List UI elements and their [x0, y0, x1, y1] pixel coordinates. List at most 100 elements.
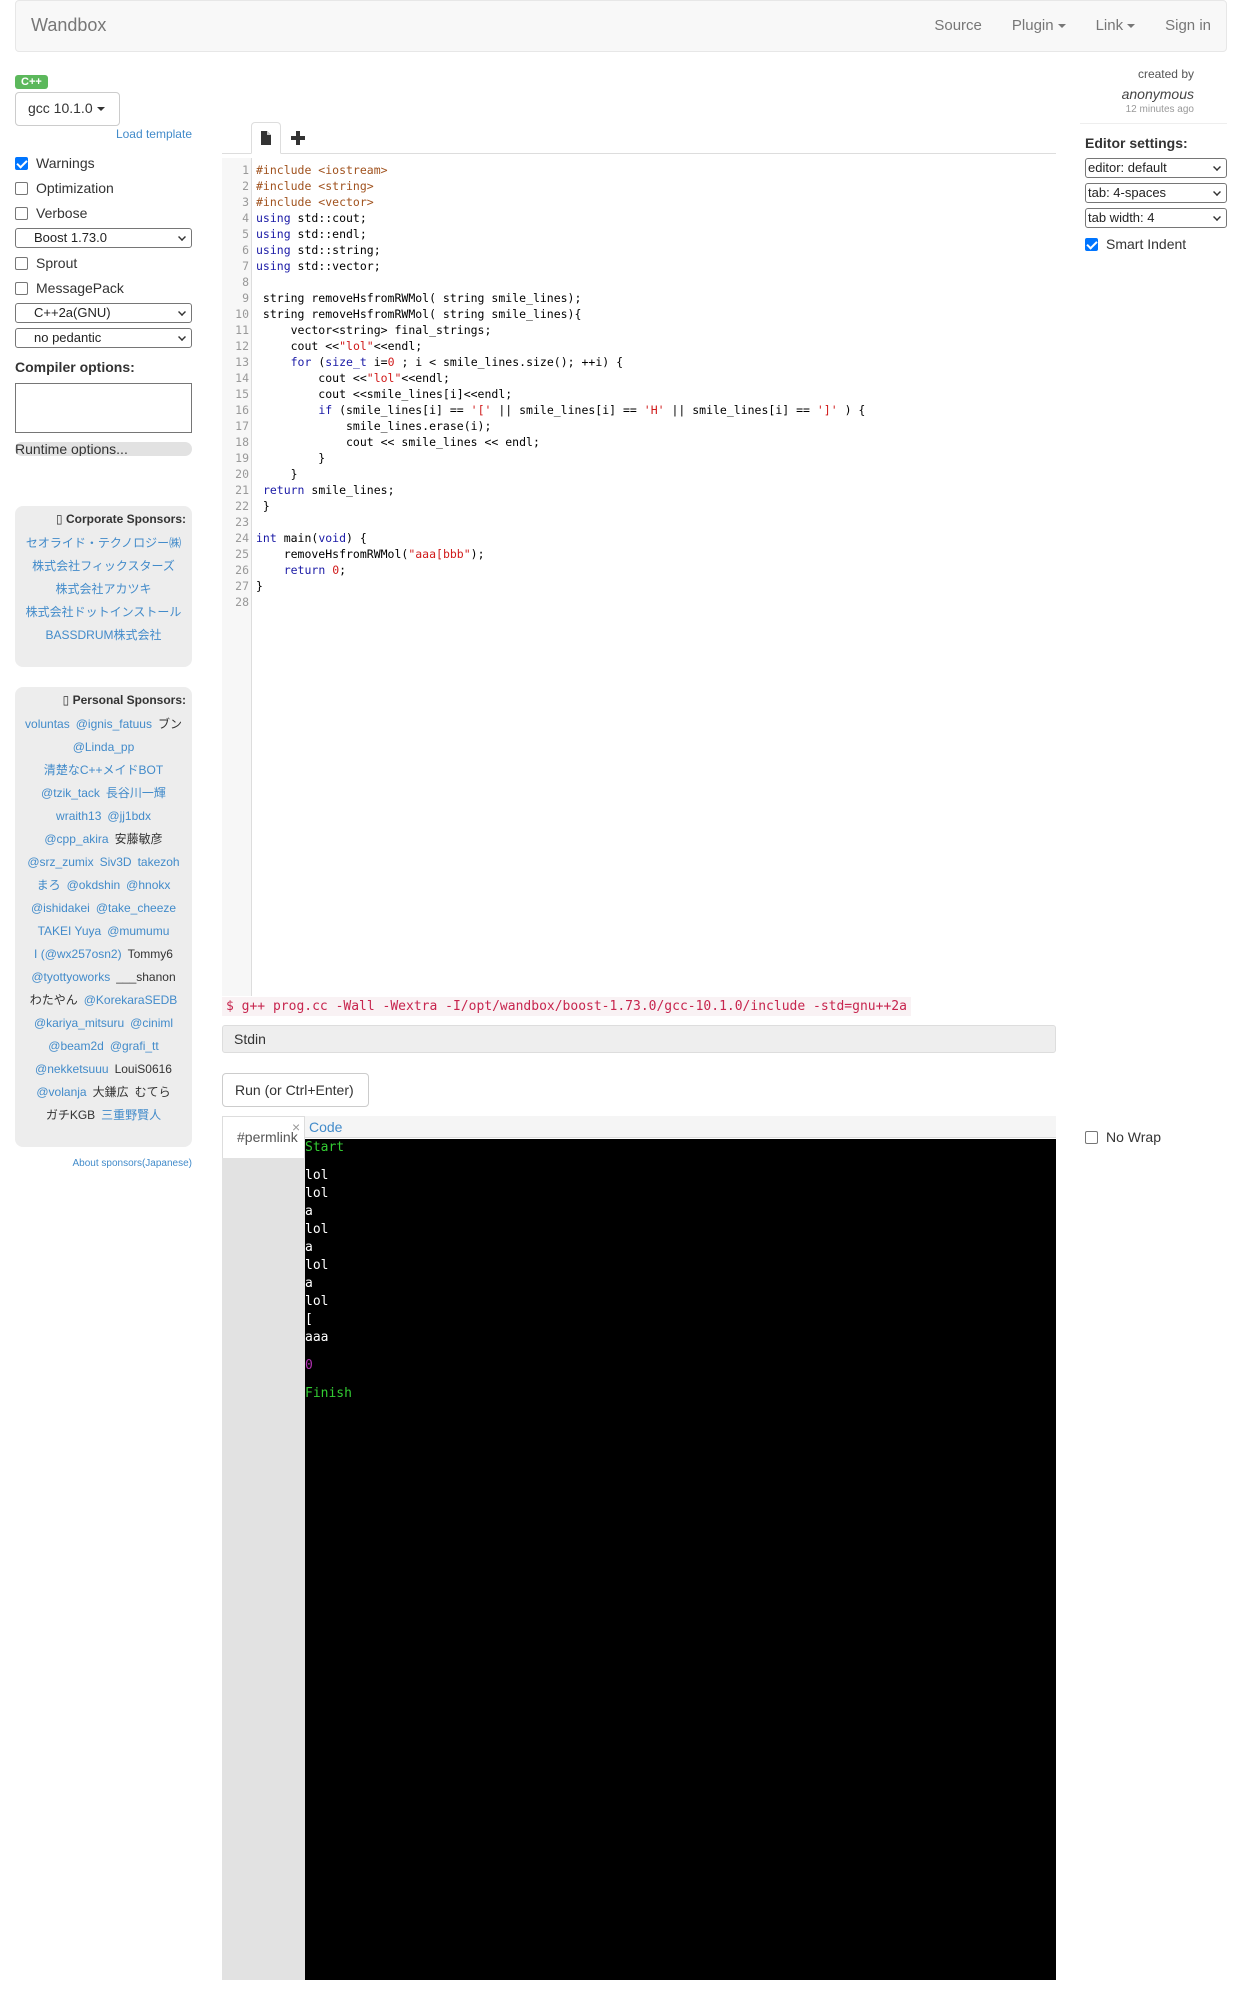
personal-sponsor[interactable]: まろ	[37, 874, 61, 897]
sprout-label: Sprout	[36, 255, 78, 271]
personal-sponsor[interactable]: @cpp_akira	[44, 828, 108, 851]
smart-indent-option[interactable]: Smart Indent	[1085, 236, 1186, 252]
code-text: }	[256, 498, 270, 514]
line-number: 15	[235, 387, 249, 401]
messagepack-checkbox[interactable]	[15, 281, 28, 295]
personal-sponsor[interactable]: @KorekaraSEDB	[84, 989, 178, 1012]
personal-sponsor[interactable]: TAKEI Yuya	[38, 920, 102, 943]
personal-sponsor[interactable]: @srz_zumix	[27, 851, 93, 874]
nav-signin-link[interactable]: Sign in	[1150, 1, 1226, 51]
personal-sponsor[interactable]: @jj1bdx	[107, 805, 151, 828]
editor-mode-select[interactable]: editor: default	[1085, 158, 1227, 178]
code-token: smile_lines;	[304, 483, 395, 497]
verbose-checkbox[interactable]	[15, 206, 28, 220]
runtime-options-toggle[interactable]: Runtime options...	[15, 442, 192, 456]
warnings-label: Warnings	[36, 155, 95, 171]
compiler-select-button[interactable]: gcc 10.1.0	[15, 92, 120, 126]
code-tab[interactable]: Code	[309, 1119, 342, 1135]
code-token: cout <<	[256, 371, 367, 385]
line-number: 19	[235, 451, 249, 465]
pedantic-select-value: no pedantic	[34, 330, 102, 345]
line-number: 13	[235, 355, 249, 369]
boost-select-value: Boost 1.73.0	[34, 230, 107, 245]
no-wrap-option[interactable]: No Wrap	[1085, 1129, 1161, 1145]
personal-sponsor: LouiS0616	[114, 1062, 172, 1076]
code-token: #include <iostream>	[256, 163, 388, 177]
corporate-sponsor-link[interactable]: セオライド・テクノロジー㈱	[19, 532, 188, 555]
personal-sponsor[interactable]: 清楚なC++メイドBOT	[44, 759, 163, 782]
nav-link-dropdown[interactable]: Link	[1081, 1, 1151, 51]
personal-sponsor[interactable]: wraith13	[56, 805, 101, 828]
std-select[interactable]: C++2a(GNU)	[15, 303, 192, 323]
nav-source-link[interactable]: Source	[919, 1, 997, 51]
stdin-toggle[interactable]: Stdin	[222, 1025, 1056, 1053]
add-file-tab[interactable]	[283, 122, 313, 154]
personal-sponsor[interactable]: @ignis_fatuus	[76, 713, 152, 736]
personal-sponsor[interactable]: 長谷川一輝	[106, 782, 166, 805]
output-console: Start lol lol a lol a lol a lol [aaa 0 Finish	[305, 1139, 1056, 1980]
personal-sponsor[interactable]: @okdshin	[67, 874, 121, 897]
load-template-link[interactable]: Load template	[116, 127, 192, 141]
tab-width-select[interactable]: tab width: 4	[1085, 208, 1227, 228]
corporate-sponsor-link[interactable]: BASSDRUM株式会社	[19, 624, 188, 647]
chevron-down-icon	[1213, 188, 1221, 196]
no-wrap-checkbox[interactable]	[1085, 1130, 1098, 1144]
file-tab[interactable]	[251, 122, 281, 154]
personal-sponsor[interactable]: takezoh	[138, 851, 180, 874]
personal-sponsor[interactable]: @Linda_pp	[73, 736, 135, 759]
sprout-option[interactable]: Sprout	[15, 255, 77, 271]
personal-sponsor[interactable]: @mumumu	[107, 920, 169, 943]
nav-plugin-dropdown[interactable]: Plugin	[997, 1, 1081, 51]
compiler-options-textarea[interactable]	[15, 383, 192, 433]
corporate-sponsor-link[interactable]: 株式会社ドットインストール	[19, 601, 188, 624]
warnings-option[interactable]: Warnings	[15, 155, 95, 171]
close-icon[interactable]: ×	[292, 1119, 300, 1135]
sprout-checkbox[interactable]	[15, 256, 28, 270]
personal-sponsor[interactable]: I (@wx257osn2)	[34, 943, 122, 966]
personal-sponsor[interactable]: @kariya_mitsuru	[34, 1012, 124, 1035]
personal-sponsor[interactable]: Siv3D	[100, 851, 132, 874]
language-badge[interactable]: C++	[15, 75, 48, 89]
code-token: if	[318, 403, 333, 417]
console-line: a	[305, 1240, 313, 1255]
personal-sponsor[interactable]: @ishidakei	[31, 897, 90, 920]
corporate-sponsor-link[interactable]: 株式会社アカツキ	[19, 578, 188, 601]
corporate-sponsor-link[interactable]: 株式会社フィックスターズ	[19, 555, 188, 578]
personal-sponsor[interactable]: @nekketsuuu	[35, 1058, 109, 1081]
brand-logo[interactable]: Wandbox	[31, 15, 106, 36]
warnings-checkbox[interactable]	[15, 156, 28, 170]
personal-sponsor[interactable]: @grafi_tt	[110, 1035, 159, 1058]
personal-sponsor[interactable]: @tzik_tack	[41, 782, 100, 805]
personal-sponsors-title: ▯ Personal Sponsors:	[15, 687, 192, 713]
code-text: return 0;	[256, 562, 346, 578]
command-line: $ g++ prog.cc -Wall -Wextra -I/opt/wandb…	[222, 997, 911, 1016]
personal-sponsor[interactable]: @ciniml	[130, 1012, 173, 1035]
code-editor[interactable]: 1 #include <iostream> 2 #include <string> 3 #…	[222, 158, 1056, 996]
verbose-option[interactable]: Verbose	[15, 205, 87, 221]
optimization-checkbox[interactable]	[15, 181, 28, 195]
personal-sponsor[interactable]: @volanja	[36, 1081, 86, 1104]
boost-select[interactable]: Boost 1.73.0	[15, 228, 192, 248]
pedantic-select[interactable]: no pedantic	[15, 328, 192, 348]
code-line: 10 string removeHsfromRWMol( string smil…	[222, 306, 1056, 322]
personal-sponsor[interactable]: @take_cheeze	[96, 897, 176, 920]
code-token: "lol"	[366, 371, 402, 385]
chevron-down-icon	[178, 308, 186, 316]
personal-sponsor[interactable]: @hnokx	[126, 874, 170, 897]
personal-sponsor[interactable]: voluntas	[25, 713, 70, 736]
optimization-option[interactable]: Optimization	[15, 180, 114, 196]
personal-sponsor[interactable]: 三重野賢人	[101, 1104, 161, 1127]
run-button[interactable]: Run (or Ctrl+Enter)	[222, 1073, 369, 1107]
tab-mode-select[interactable]: tab: 4-spaces	[1085, 183, 1227, 203]
corporate-sponsors-box: ▯ Corporate Sponsors: セオライド・テクノロジー㈱ 株式会社フ…	[15, 506, 192, 667]
messagepack-option[interactable]: MessagePack	[15, 280, 124, 296]
corporate-sponsors-title: ▯ Corporate Sponsors:	[15, 506, 192, 532]
about-sponsors-link[interactable]: About sponsors(Japanese)	[72, 1158, 192, 1169]
code-line: 1 #include <iostream>	[222, 162, 1056, 178]
code-line: 18 cout << smile_lines << endl;	[222, 434, 1056, 450]
personal-sponsor[interactable]: @tyottyoworks	[31, 966, 110, 989]
smart-indent-checkbox[interactable]	[1085, 237, 1098, 251]
personal-sponsor[interactable]: @beam2d	[48, 1035, 104, 1058]
